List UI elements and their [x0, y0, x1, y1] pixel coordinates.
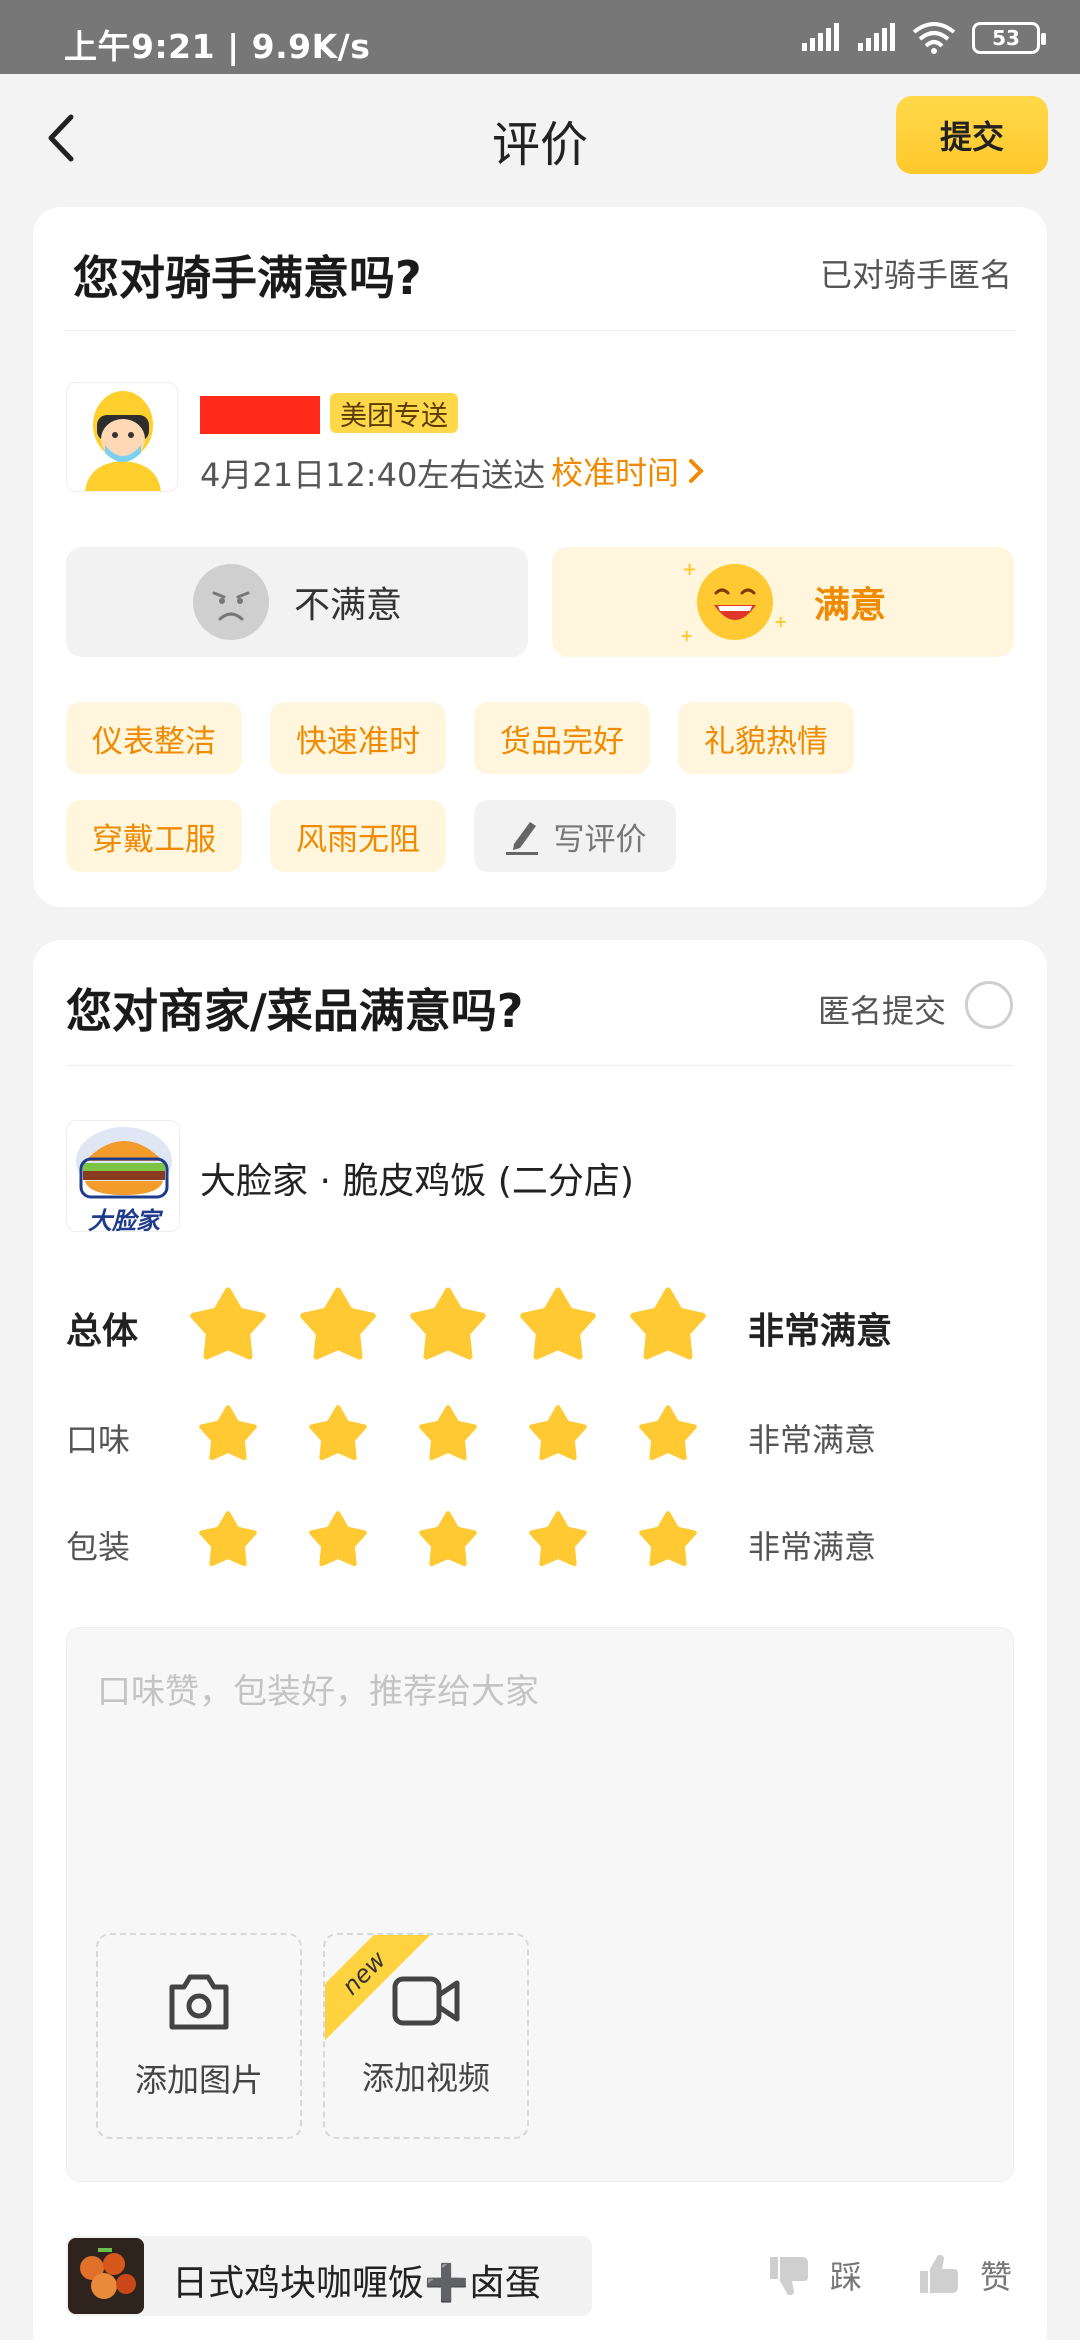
star-icon[interactable]: [529, 1510, 587, 1568]
status-icons: 53: [800, 22, 1046, 54]
chevron-right-icon: [689, 459, 704, 483]
camera-icon: [169, 1974, 229, 2030]
taste-rating-text: 非常满意: [748, 1421, 877, 1459]
star-icon[interactable]: [199, 1404, 257, 1462]
star-icon[interactable]: [639, 1404, 697, 1462]
divider: [66, 330, 1014, 331]
wifi-icon: [912, 22, 956, 54]
dish-thumbnail: [68, 2238, 144, 2314]
star-icon[interactable]: [300, 1286, 376, 1362]
rider-tag[interactable]: 风雨无阻: [270, 800, 446, 872]
status-time: 上午9:21 | 9.9K/s: [64, 27, 371, 66]
rider-avatar: [66, 382, 178, 492]
dish-chip[interactable]: 日式鸡块咖喱饭➕卤蛋: [66, 2236, 592, 2316]
laughing-face-icon: + + +: [680, 559, 787, 645]
rider-tag[interactable]: 快速准时: [270, 702, 446, 774]
unsatisfied-label: 不满意: [293, 585, 402, 626]
delivery-badge: 美团专送: [330, 393, 458, 433]
calibrate-time-link[interactable]: 校准时间: [551, 448, 705, 494]
divider: [66, 1065, 1014, 1066]
review-placeholder: 口味赞，包装好，推荐给大家: [97, 1672, 539, 1712]
merchant-logo-text: 大脸家: [88, 1207, 160, 1232]
star-icon[interactable]: [190, 1286, 266, 1362]
thumbs-up-icon: [920, 2255, 958, 2293]
delivery-time: 4月21日12:40左右送达: [200, 456, 546, 494]
rider-tag[interactable]: 货品完好: [474, 702, 650, 774]
packaging-rating-text: 非常满意: [748, 1528, 877, 1566]
rider-tag[interactable]: 礼貌热情: [678, 702, 854, 774]
add-video-label: 添加视频: [361, 2059, 490, 2097]
satisfied-button[interactable]: + + + 满意: [552, 547, 1014, 657]
add-photo-label: 添加图片: [134, 2061, 263, 2099]
add-video-button[interactable]: new 添加视频: [323, 1933, 529, 2139]
overall-rating-text: 非常满意: [748, 1311, 893, 1352]
thumbs-down-icon: [770, 2257, 808, 2295]
add-photo-button[interactable]: 添加图片: [96, 1933, 302, 2139]
overall-rating-label: 总体: [66, 1311, 139, 1352]
signal-icon: [802, 23, 839, 51]
signal-hd-icon: [858, 23, 895, 51]
calibrate-time-label: 校准时间: [551, 454, 680, 492]
svg-text:+: +: [774, 612, 787, 631]
rider-question: 您对骑手满意吗?: [73, 251, 422, 305]
battery-icon: 53: [972, 22, 1046, 54]
anonymous-submit-label: 匿名提交: [818, 992, 947, 1030]
rider-anonymous-label[interactable]: 已对骑手匿名: [820, 250, 1012, 296]
video-camera-icon: [392, 1976, 460, 2026]
write-review-button[interactable]: 写评价: [474, 800, 676, 872]
like-button[interactable]: 赞: [918, 2252, 1012, 2298]
like-label: 赞: [980, 2258, 1013, 2296]
dislike-button[interactable]: 踩: [768, 2252, 862, 2298]
star-icon[interactable]: [529, 1404, 587, 1462]
taste-rating-label: 口味: [66, 1421, 131, 1459]
submit-button[interactable]: 提交: [896, 96, 1048, 174]
unsatisfied-button[interactable]: 不满意: [66, 547, 528, 657]
pen-icon: [505, 822, 538, 855]
merchant-logo: 大脸家: [66, 1120, 180, 1232]
svg-text:+: +: [680, 626, 693, 645]
star-icon[interactable]: [630, 1286, 706, 1362]
star-icon[interactable]: [639, 1510, 697, 1568]
frown-face-icon: [192, 564, 269, 640]
status-bar: 上午9:21 | 9.9K/s 53: [0, 0, 1080, 74]
star-icon[interactable]: [309, 1404, 367, 1462]
rider-name-redacted: [200, 396, 320, 434]
satisfied-label: 满意: [813, 585, 886, 626]
rider-tag[interactable]: 仪表整洁: [66, 702, 242, 774]
anonymous-submit-checkbox[interactable]: [965, 981, 1013, 1029]
write-review-label: 写评价: [553, 821, 647, 858]
star-icon[interactable]: [419, 1404, 477, 1462]
dislike-label: 踩: [830, 2258, 863, 2296]
svg-text:+: +: [682, 559, 697, 580]
dish-name: 日式鸡块咖喱饭➕卤蛋: [172, 2263, 541, 2304]
star-icon[interactable]: [419, 1510, 477, 1568]
merchant-name[interactable]: 大脸家 · 脆皮鸡饭 (二分店): [200, 1152, 634, 1204]
star-icon[interactable]: [520, 1286, 596, 1362]
merchant-question: 您对商家/菜品满意吗?: [66, 984, 524, 1038]
star-icon[interactable]: [410, 1286, 486, 1362]
star-icon[interactable]: [199, 1510, 257, 1568]
rider-tag[interactable]: 穿戴工服: [66, 800, 242, 872]
star-icon[interactable]: [309, 1510, 367, 1568]
packaging-rating-label: 包装: [66, 1528, 131, 1566]
